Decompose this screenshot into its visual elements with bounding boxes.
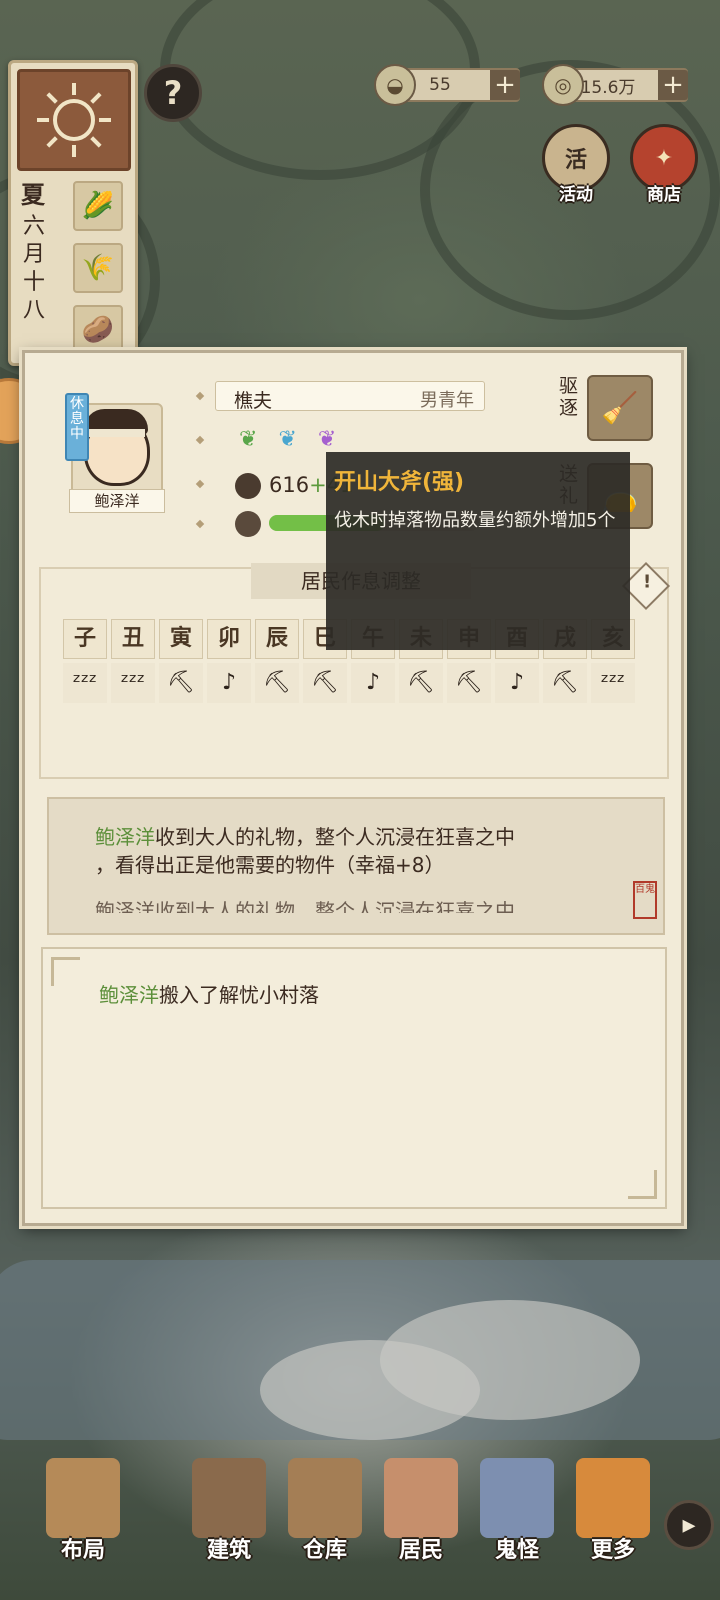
broom-icon: 🧹: [587, 375, 653, 441]
weather-box: [17, 69, 131, 171]
nav-build[interactable]: 建筑: [186, 1432, 272, 1592]
green-trait-icon[interactable]: ❦: [239, 427, 257, 452]
add-coin-button[interactable]: +: [658, 70, 688, 100]
sleep-icon[interactable]: ᶻᶻᶻ: [111, 663, 155, 703]
log-entry: 鲍泽洋搬入了解忧小村落: [99, 983, 319, 1007]
hour-label: 子: [63, 619, 107, 659]
resident-avatar: [84, 409, 150, 486]
activity-label: 活动: [559, 185, 593, 205]
crop-icon: 🌽: [73, 181, 123, 231]
coin-icon: ◎: [542, 64, 584, 106]
pickaxe-icon[interactable]: ⛏: [159, 663, 203, 703]
schedule-hour[interactable]: 寅 ⛏: [159, 619, 203, 703]
bullet-icon: [195, 435, 205, 445]
nav-layout[interactable]: 布局: [40, 1432, 126, 1592]
wheat-icon: 🌾: [73, 243, 123, 293]
trait-tooltip: 开山大斧(强) 伐木时掉落物品数量约额外增加5个: [326, 452, 630, 650]
nav-more-label: 更多: [590, 1538, 635, 1563]
hour-label: 辰: [255, 619, 299, 659]
nav-more[interactable]: 更多: [570, 1432, 656, 1592]
log-entry: 鲍泽洋收到大人的礼物，整个人沉浸在狂喜之中: [95, 825, 515, 849]
pickaxe-icon[interactable]: ⛏: [303, 663, 347, 703]
schedule-hour[interactable]: 卯 ♪: [207, 619, 251, 703]
sleep-icon[interactable]: ᶻᶻᶻ: [591, 663, 635, 703]
shop-button[interactable]: ✦ 商店: [630, 124, 698, 205]
corner-ornament: [628, 1170, 657, 1199]
schedule-hour[interactable]: 丑 ᶻᶻᶻ: [111, 619, 155, 703]
schedule-hour[interactable]: 辰 ⛏: [255, 619, 299, 703]
nav-ghosts-label: 鬼怪: [494, 1538, 539, 1563]
blue-trait-icon[interactable]: ❦: [278, 427, 296, 452]
resident-icon: [384, 1458, 458, 1538]
pickaxe-icon[interactable]: ⛏: [399, 663, 443, 703]
season-date-panel[interactable]: 夏 六 月 十 八 🌽 🌾 🥔: [8, 60, 138, 366]
nav-residents[interactable]: 居民: [378, 1432, 464, 1592]
pickaxe-icon[interactable]: ⛏: [447, 663, 491, 703]
coin-counter[interactable]: ◎ 15.6万 +: [542, 64, 688, 106]
ghost-icon: [480, 1458, 554, 1538]
resident-name: 鲍泽洋: [69, 489, 165, 513]
shop-label: 商店: [647, 185, 681, 205]
pickaxe-icon[interactable]: ⛏: [543, 663, 587, 703]
nav-storage-label: 仓库: [302, 1538, 347, 1563]
silver-counter[interactable]: ◒ 55 +: [374, 64, 520, 106]
tooltip-title: 开山大斧(强): [334, 470, 465, 495]
status-badge: 休息中: [65, 393, 89, 461]
date-label: 六 月 十 八: [23, 214, 46, 323]
purple-trait-icon[interactable]: ❦: [318, 427, 336, 452]
leisure-icon[interactable]: ♪: [207, 663, 251, 703]
add-silver-button[interactable]: +: [490, 70, 520, 100]
sleep-icon[interactable]: ᶻᶻᶻ: [63, 663, 107, 703]
tooltip-body: 伐木时掉落物品数量约额外增加5个: [334, 510, 616, 531]
heart-icon: [235, 511, 261, 537]
schedule-hour[interactable]: 子 ᶻᶻᶻ: [63, 619, 107, 703]
pickaxe-icon[interactable]: ⛏: [255, 663, 299, 703]
nav-ghosts[interactable]: 鬼怪: [474, 1432, 560, 1592]
bullet-icon: [195, 519, 205, 529]
gift-log-panel: 鲍泽洋收到大人的礼物，整个人沉浸在狂喜之中 ，看得出正是他需要的物件（幸福+8）…: [47, 797, 665, 935]
building-icon: [192, 1458, 266, 1538]
job-label: 樵夫: [234, 390, 273, 412]
leisure-icon[interactable]: ♪: [495, 663, 539, 703]
bean-icon: 🥔: [73, 305, 123, 355]
strength-icon: [235, 473, 261, 499]
chevron-right-icon[interactable]: ▸: [664, 1500, 714, 1550]
expel-button[interactable]: 驱逐 🧹: [559, 375, 659, 443]
silver-ingot-icon: ◒: [374, 64, 416, 106]
hour-label: 卯: [207, 619, 251, 659]
warehouse-icon: [288, 1458, 362, 1538]
help-button[interactable]: ?: [144, 64, 202, 122]
log-entry-continued: ，看得出正是他需要的物件（幸福+8）: [95, 853, 445, 877]
nav-build-label: 建筑: [206, 1538, 251, 1563]
nav-storage[interactable]: 仓库: [282, 1432, 368, 1592]
nav-layout-label: 布局: [60, 1538, 105, 1563]
trait-list: ❦ ❦ ❦: [239, 427, 350, 452]
expel-label: 驱逐: [559, 375, 579, 419]
more-icon: [576, 1458, 650, 1538]
log-entry-faded: 鲍泽洋收到大人的礼物，整个人沉浸在狂喜之中: [95, 899, 515, 913]
activity-button[interactable]: 活 活动: [542, 124, 610, 205]
hour-label: 寅: [159, 619, 203, 659]
gender-age-label: 男青年: [420, 390, 474, 411]
sun-icon: [37, 83, 111, 157]
bullet-icon: [195, 391, 205, 401]
job-field[interactable]: 樵夫 男青年: [215, 381, 485, 412]
season-label: 夏: [21, 181, 45, 209]
nav-residents-label: 居民: [398, 1538, 443, 1563]
event-log-panel: 鲍泽洋搬入了解忧小村落: [41, 947, 667, 1209]
layout-icon: [46, 1458, 120, 1538]
cloud: [260, 1340, 480, 1440]
leisure-icon[interactable]: ♪: [351, 663, 395, 703]
hour-label: 丑: [111, 619, 155, 659]
seal-stamp: 百鬼: [633, 881, 657, 919]
bullet-icon: [195, 479, 205, 489]
corner-ornament: [51, 957, 80, 986]
